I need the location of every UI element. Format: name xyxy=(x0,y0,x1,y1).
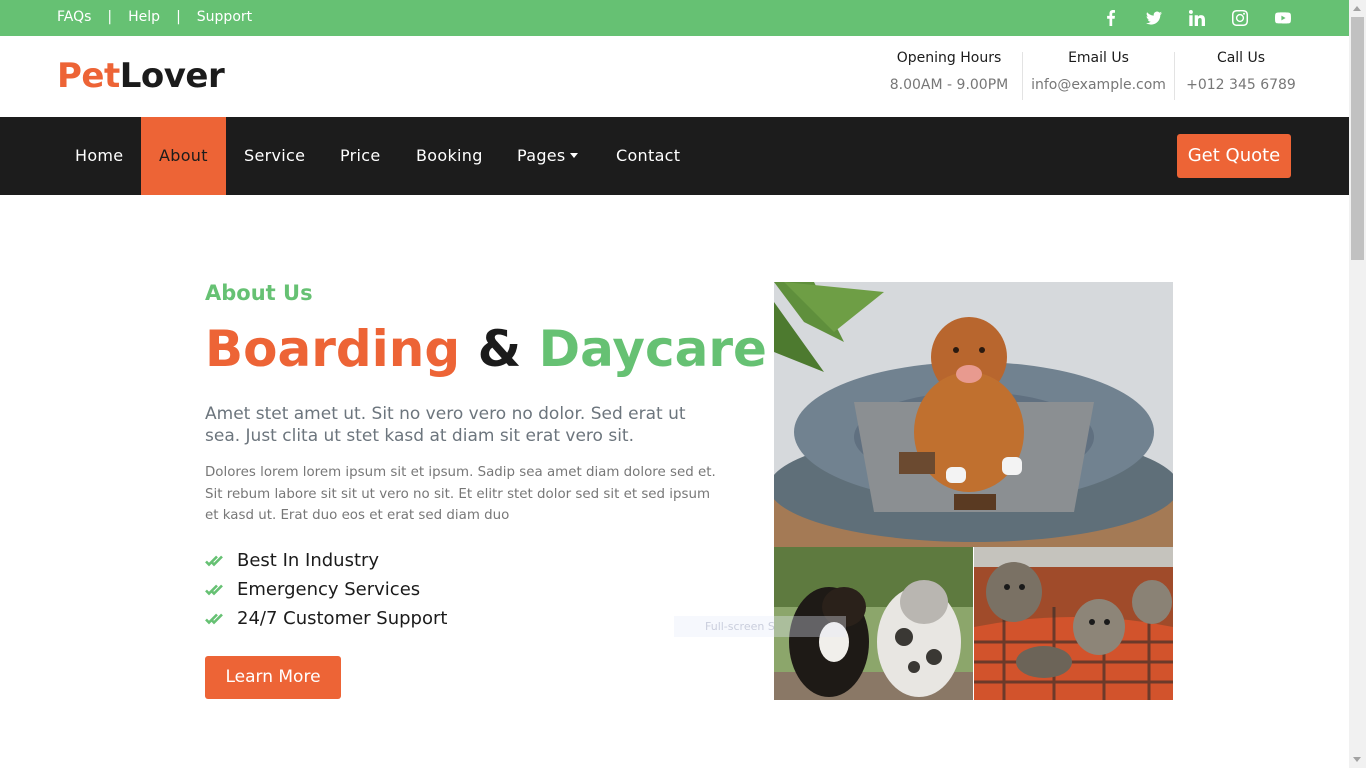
email-info: Email Us info@example.com xyxy=(1030,50,1167,93)
help-link[interactable]: Help xyxy=(128,9,160,25)
call-info: Call Us +012 345 6789 xyxy=(1183,50,1299,93)
divider xyxy=(1022,52,1023,100)
double-check-icon xyxy=(205,555,223,566)
learn-more-button[interactable]: Learn More xyxy=(205,656,341,699)
call-value[interactable]: +012 345 6789 xyxy=(1183,77,1299,93)
divider xyxy=(1174,52,1175,100)
page-title: Boarding & Daycare xyxy=(205,320,767,378)
opening-hours-title: Opening Hours xyxy=(896,50,1002,66)
logo-lover: Lover xyxy=(119,56,225,96)
nav-contact[interactable]: Contact xyxy=(598,117,698,195)
separator: | xyxy=(107,9,113,25)
support-link[interactable]: Support xyxy=(197,9,252,25)
nav-pages-dropdown[interactable]: Pages xyxy=(499,117,596,195)
social-links xyxy=(1102,9,1292,27)
youtube-icon[interactable] xyxy=(1274,9,1292,27)
top-bar: FAQs | Help | Support xyxy=(0,0,1349,36)
main-navbar: Home About Service Price Booking Pages C… xyxy=(0,117,1349,195)
call-title: Call Us xyxy=(1216,50,1266,66)
feature-list: Best In Industry Emergency Services 24/7… xyxy=(205,546,447,633)
nav-booking[interactable]: Booking xyxy=(398,117,501,195)
scrollbar-thumb[interactable] xyxy=(1351,17,1364,260)
kittens-image xyxy=(974,547,1173,700)
separator: | xyxy=(176,9,181,25)
feature-label: Emergency Services xyxy=(237,579,421,600)
section-eyebrow: About Us xyxy=(205,281,313,305)
list-item: Emergency Services xyxy=(205,575,447,604)
double-check-icon xyxy=(205,584,223,595)
linkedin-icon[interactable] xyxy=(1188,9,1206,27)
nav-pages-label: Pages xyxy=(517,146,566,165)
email-value[interactable]: info@example.com xyxy=(1030,77,1167,93)
double-check-icon xyxy=(205,613,223,624)
headline-daycare: Daycare xyxy=(538,320,767,378)
chevron-down-icon xyxy=(569,153,578,158)
logo[interactable]: PetLover xyxy=(57,56,225,96)
header: PetLover Opening Hours 8.00AM - 9.00PM E… xyxy=(0,36,1349,117)
nav-service[interactable]: Service xyxy=(226,117,323,195)
faqs-link[interactable]: FAQs xyxy=(57,9,91,25)
opening-hours-value: 8.00AM - 9.00PM xyxy=(889,77,1009,93)
lead-paragraph: Amet stet amet ut. Sit no vero vero no d… xyxy=(205,404,686,446)
nav-about[interactable]: About xyxy=(141,117,226,195)
page-scrollbar[interactable] xyxy=(1349,0,1366,768)
facebook-icon[interactable] xyxy=(1102,9,1120,27)
feature-label: Best In Industry xyxy=(237,550,380,571)
twitter-icon[interactable] xyxy=(1145,9,1163,27)
headline-ampersand: & xyxy=(477,320,522,378)
scroll-up-icon[interactable] xyxy=(1353,6,1361,11)
nav-home[interactable]: Home xyxy=(57,117,141,195)
dog-on-bed-image xyxy=(774,282,1173,547)
fullscreen-hint-overlay: Full-screen S xyxy=(674,616,846,637)
scroll-down-icon[interactable] xyxy=(1353,757,1361,762)
list-item: 24/7 Customer Support xyxy=(205,604,447,633)
list-item: Best In Industry xyxy=(205,546,447,575)
body-paragraph: Dolores lorem lorem ipsum sit et ipsum. … xyxy=(205,465,716,523)
instagram-icon[interactable] xyxy=(1231,9,1249,27)
feature-label: 24/7 Customer Support xyxy=(237,608,448,629)
top-links: FAQs | Help | Support xyxy=(57,9,252,25)
get-quote-button[interactable]: Get Quote xyxy=(1177,134,1291,178)
logo-pet: Pet xyxy=(57,56,120,96)
opening-hours-info: Opening Hours 8.00AM - 9.00PM xyxy=(884,50,1014,93)
headline-boarding: Boarding xyxy=(205,320,461,378)
nav-price[interactable]: Price xyxy=(322,117,399,195)
email-title: Email Us xyxy=(1068,50,1129,66)
